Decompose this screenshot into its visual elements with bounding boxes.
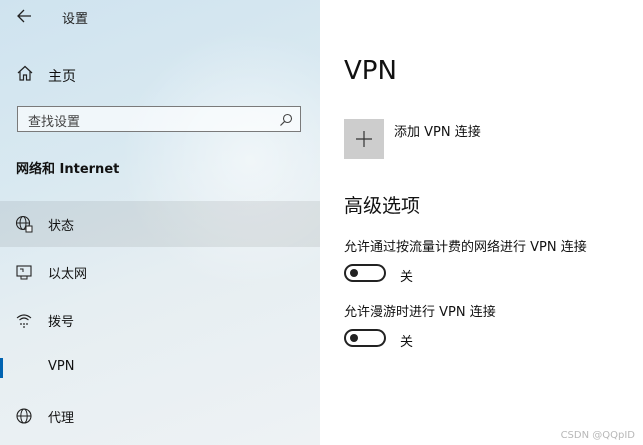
metered-option-label: 允许通过按流量计费的网络进行 VPN 连接: [344, 240, 587, 255]
sidebar-item-label: 以太网: [48, 267, 88, 282]
roaming-option-label: 允许漫游时进行 VPN 连接: [344, 305, 496, 320]
globe-status-icon: [15, 215, 33, 233]
page-title: VPN: [344, 56, 397, 86]
sidebar-item-proxy[interactable]: 代理: [0, 393, 320, 439]
toggle-knob: [350, 269, 358, 277]
sidebar-item-ethernet[interactable]: 以太网: [0, 249, 320, 295]
advanced-options-heading: 高级选项: [344, 195, 421, 217]
roaming-toggle-state: 关: [400, 335, 414, 350]
sidebar-item-label: VPN: [48, 359, 75, 374]
title-bar: 设置: [0, 0, 320, 32]
plus-icon: [356, 131, 372, 147]
search-icon[interactable]: [279, 112, 293, 126]
home-label: 主页: [48, 69, 76, 85]
metered-toggle[interactable]: [344, 264, 386, 282]
search-placeholder: 查找设置: [28, 115, 81, 130]
vpn-icon: [15, 359, 33, 377]
window-title: 设置: [62, 12, 89, 27]
active-indicator: [0, 358, 3, 378]
add-vpn-button[interactable]: [344, 119, 384, 159]
toggle-knob: [350, 334, 358, 342]
sidebar-item-status[interactable]: 状态: [0, 201, 320, 247]
sidebar-item-vpn[interactable]: VPN: [0, 345, 320, 391]
sidebar-item-label: 代理: [48, 411, 75, 426]
ethernet-icon: [15, 263, 33, 281]
home-icon: [16, 64, 34, 82]
content-pane: VPN 添加 VPN 连接 高级选项 允许通过按流量计费的网络进行 VPN 连接…: [320, 0, 643, 445]
roaming-toggle[interactable]: [344, 329, 386, 347]
sidebar-item-dialup[interactable]: 拨号: [0, 297, 320, 343]
metered-toggle-state: 关: [400, 270, 414, 285]
search-input[interactable]: 查找设置: [17, 106, 301, 132]
sidebar-item-label: 拨号: [48, 315, 75, 330]
home-nav-item[interactable]: 主页: [0, 58, 320, 90]
add-vpn-label[interactable]: 添加 VPN 连接: [394, 121, 481, 140]
sidebar: 设置 主页 查找设置 网络和 Internet 状态 以太网 拨号 VPN 代理: [0, 0, 320, 445]
globe-icon: [15, 407, 33, 425]
watermark: CSDN @QQpID: [560, 430, 635, 441]
sidebar-item-label: 状态: [48, 219, 75, 234]
back-arrow-icon[interactable]: [14, 7, 34, 25]
section-title: 网络和 Internet: [16, 162, 120, 177]
dialup-icon: [15, 311, 33, 329]
